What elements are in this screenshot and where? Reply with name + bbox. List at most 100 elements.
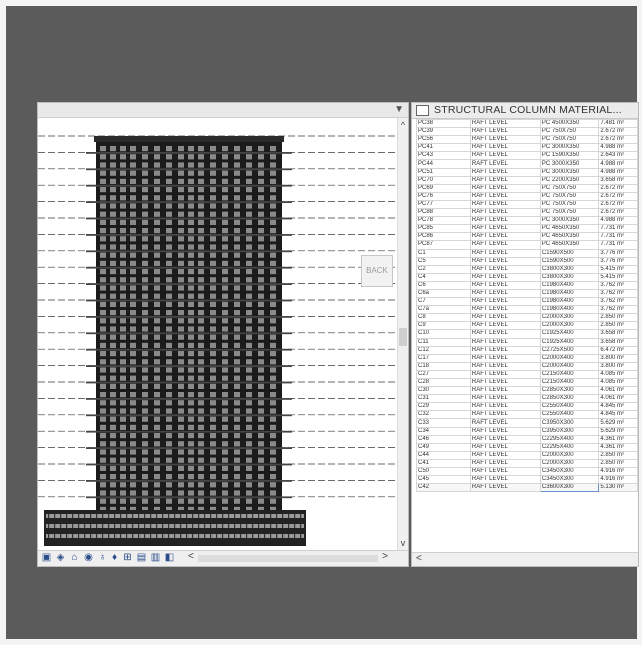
type-cell[interactable]: C2000X400 xyxy=(539,353,600,363)
type-cell[interactable]: PC 3000X350 xyxy=(539,159,600,169)
table-row[interactable]: C12 RAFT LEVEL C2725X500 6.472 m² xyxy=(416,345,638,355)
type-cell[interactable]: PC 750X750 xyxy=(539,127,600,137)
mark-cell[interactable]: C11 xyxy=(416,337,471,347)
mark-cell[interactable]: C18 xyxy=(416,361,471,371)
mark-cell[interactable]: PC38 xyxy=(416,118,471,129)
table-row[interactable]: PC43 RAFT LEVEL PC 1590X350 2.643 m² xyxy=(416,151,638,161)
level-cell[interactable]: RAFT LEVEL xyxy=(469,402,541,412)
table-row[interactable]: C29 RAFT LEVEL C2550X400 4.845 m² xyxy=(416,402,638,412)
table-row[interactable]: C44 RAFT LEVEL C2000X300 2.850 m² xyxy=(416,450,638,460)
type-cell[interactable]: C1980X400 xyxy=(539,297,600,307)
area-cell[interactable]: 4.988 m² xyxy=(598,216,638,226)
table-row[interactable]: PC88 RAFT LEVEL PC 750X750 2.672 m² xyxy=(416,208,638,218)
scroll-left-arrow[interactable]: < xyxy=(188,551,194,562)
type-cell[interactable]: C3800X300 xyxy=(539,264,600,274)
area-cell[interactable]: 3.762 m² xyxy=(598,288,638,299)
table-row[interactable]: PC44 RAFT LEVEL PC 3000X350 4.988 m² xyxy=(416,159,638,169)
table-row[interactable]: C41 RAFT LEVEL C2000X300 2.850 m² xyxy=(416,458,638,469)
area-cell[interactable]: 2.850 m² xyxy=(598,313,638,323)
type-cell[interactable]: C1925X400 xyxy=(539,329,600,339)
table-row[interactable]: C34 RAFT LEVEL C3950X300 5.629 m² xyxy=(416,426,638,436)
mark-cell[interactable]: PC85 xyxy=(416,224,471,234)
area-cell[interactable]: 3.762 m² xyxy=(598,297,638,307)
type-cell[interactable]: C1590X500 xyxy=(539,256,600,266)
table-row[interactable]: C2 RAFT LEVEL C3800X300 5.415 m² xyxy=(416,264,638,274)
table-row[interactable]: C8 RAFT LEVEL C2000X300 2.850 m² xyxy=(416,313,638,323)
area-cell[interactable]: 3.776 m² xyxy=(598,248,638,258)
area-cell[interactable]: 2.672 m² xyxy=(598,199,638,210)
scroll-left-arrow[interactable]: < xyxy=(416,553,422,564)
area-cell[interactable]: 2.643 m² xyxy=(598,151,638,161)
type-cell[interactable]: C3600X300 xyxy=(539,483,600,493)
table-row[interactable]: C46 RAFT LEVEL C2295X400 4.361 m² xyxy=(416,434,638,444)
view-cube-icon[interactable]: ▣ xyxy=(41,552,52,563)
mark-cell[interactable]: C44 xyxy=(416,450,471,460)
type-cell[interactable]: PC 750X750 xyxy=(539,135,600,145)
level-cell[interactable]: RAFT LEVEL xyxy=(469,248,541,258)
mark-cell[interactable]: PC51 xyxy=(416,167,471,177)
type-cell[interactable]: C1980X400 xyxy=(539,305,600,315)
type-cell[interactable]: C2550X400 xyxy=(539,402,600,412)
area-cell[interactable]: 6.472 m² xyxy=(598,345,638,355)
type-cell[interactable]: C2150X400 xyxy=(539,369,600,380)
type-cell[interactable]: PC 750X750 xyxy=(539,183,600,193)
elevation-view-window[interactable]: ▼ BACK × ◎ ⊕ ▾ ^ v ▣ ◈ ⌂ ◉ ♁ ♦ ⊞ ▤ xyxy=(37,102,409,567)
table-row[interactable]: PC56 RAFT LEVEL PC 750X750 2.672 m² xyxy=(416,135,638,145)
table-row[interactable]: PC70 RAFT LEVEL PC 2200X350 3.658 m² xyxy=(416,175,638,185)
mark-cell[interactable]: C7 xyxy=(416,297,471,307)
table-row[interactable]: C11 RAFT LEVEL C1925X400 3.658 m² xyxy=(416,337,638,347)
level-cell[interactable]: RAFT LEVEL xyxy=(469,475,541,485)
schedule-window[interactable]: STRUCTURAL COLUMN MATERIAL... PC38 RAFT L… xyxy=(411,102,639,567)
area-cell[interactable]: 4.085 m² xyxy=(598,369,638,380)
printer-icon[interactable]: ▤ xyxy=(136,552,147,563)
level-cell[interactable]: RAFT LEVEL xyxy=(469,386,541,396)
table-row[interactable]: C1 RAFT LEVEL C1590X500 3.776 m² xyxy=(416,248,638,258)
table-row[interactable]: PC77 RAFT LEVEL PC 750X750 2.672 m² xyxy=(416,199,638,210)
type-cell[interactable]: C3450X300 xyxy=(539,467,600,477)
level-cell[interactable]: RAFT LEVEL xyxy=(469,345,541,355)
mark-cell[interactable]: C8 xyxy=(416,313,471,323)
area-cell[interactable]: 4.916 m² xyxy=(598,467,638,477)
area-cell[interactable]: 5.629 m² xyxy=(598,426,638,436)
mark-cell[interactable]: PC77 xyxy=(416,199,471,210)
type-cell[interactable]: C2000X300 xyxy=(539,450,600,460)
table-row[interactable]: C27 RAFT LEVEL C2150X400 4.085 m² xyxy=(416,369,638,380)
level-cell[interactable]: RAFT LEVEL xyxy=(469,410,541,420)
type-cell[interactable]: C3450X300 xyxy=(539,475,600,485)
schedule-horizontal-scrollbar[interactable]: < xyxy=(412,552,638,566)
level-cell[interactable]: RAFT LEVEL xyxy=(469,394,541,404)
level-cell[interactable]: RAFT LEVEL xyxy=(469,264,541,274)
area-cell[interactable]: 2.672 m² xyxy=(598,135,638,145)
level-cell[interactable]: RAFT LEVEL xyxy=(469,434,541,444)
mark-cell[interactable]: C1 xyxy=(416,248,471,258)
area-cell[interactable]: 3.800 m² xyxy=(598,361,638,371)
level-cell[interactable]: RAFT LEVEL xyxy=(469,183,541,193)
area-cell[interactable]: 4.845 m² xyxy=(598,402,638,412)
type-cell[interactable]: C2000X300 xyxy=(539,458,600,469)
level-cell[interactable]: RAFT LEVEL xyxy=(469,313,541,323)
type-cell[interactable]: PC 4650X350 xyxy=(539,232,600,242)
level-cell[interactable]: RAFT LEVEL xyxy=(469,118,541,129)
mark-cell[interactable]: PC39 xyxy=(416,127,471,137)
table-row[interactable]: PC69 RAFT LEVEL PC 750X750 2.672 m² xyxy=(416,183,638,193)
level-cell[interactable]: RAFT LEVEL xyxy=(469,216,541,226)
area-cell[interactable]: 5.130 m² xyxy=(598,483,638,493)
level-cell[interactable]: RAFT LEVEL xyxy=(469,288,541,299)
view-vertical-scrollbar[interactable]: ^ v xyxy=(397,118,408,550)
table-row[interactable]: PC41 RAFT LEVEL PC 3000X350 4.988 m² xyxy=(416,143,638,153)
split-window-icon[interactable]: ◧ xyxy=(164,552,175,563)
mark-cell[interactable]: C49 xyxy=(416,442,471,452)
mark-cell[interactable]: C10 xyxy=(416,329,471,339)
area-cell[interactable]: 5.415 m² xyxy=(598,272,638,282)
mark-cell[interactable]: C29 xyxy=(416,402,471,412)
type-cell[interactable]: C2295X400 xyxy=(539,434,600,444)
table-row[interactable]: C4 RAFT LEVEL C3800X300 5.415 m² xyxy=(416,272,638,282)
scroll-track[interactable] xyxy=(198,555,378,562)
area-cell[interactable]: 2.850 m² xyxy=(598,450,638,460)
mark-cell[interactable]: C32 xyxy=(416,410,471,420)
area-cell[interactable]: 5.415 m² xyxy=(598,264,638,274)
table-row[interactable]: C6a RAFT LEVEL C1980X400 3.762 m² xyxy=(416,288,638,299)
mark-cell[interactable]: C6a xyxy=(416,288,471,299)
table-row[interactable]: C50 RAFT LEVEL C3450X300 4.916 m² xyxy=(416,467,638,477)
level-cell[interactable]: RAFT LEVEL xyxy=(469,483,541,493)
